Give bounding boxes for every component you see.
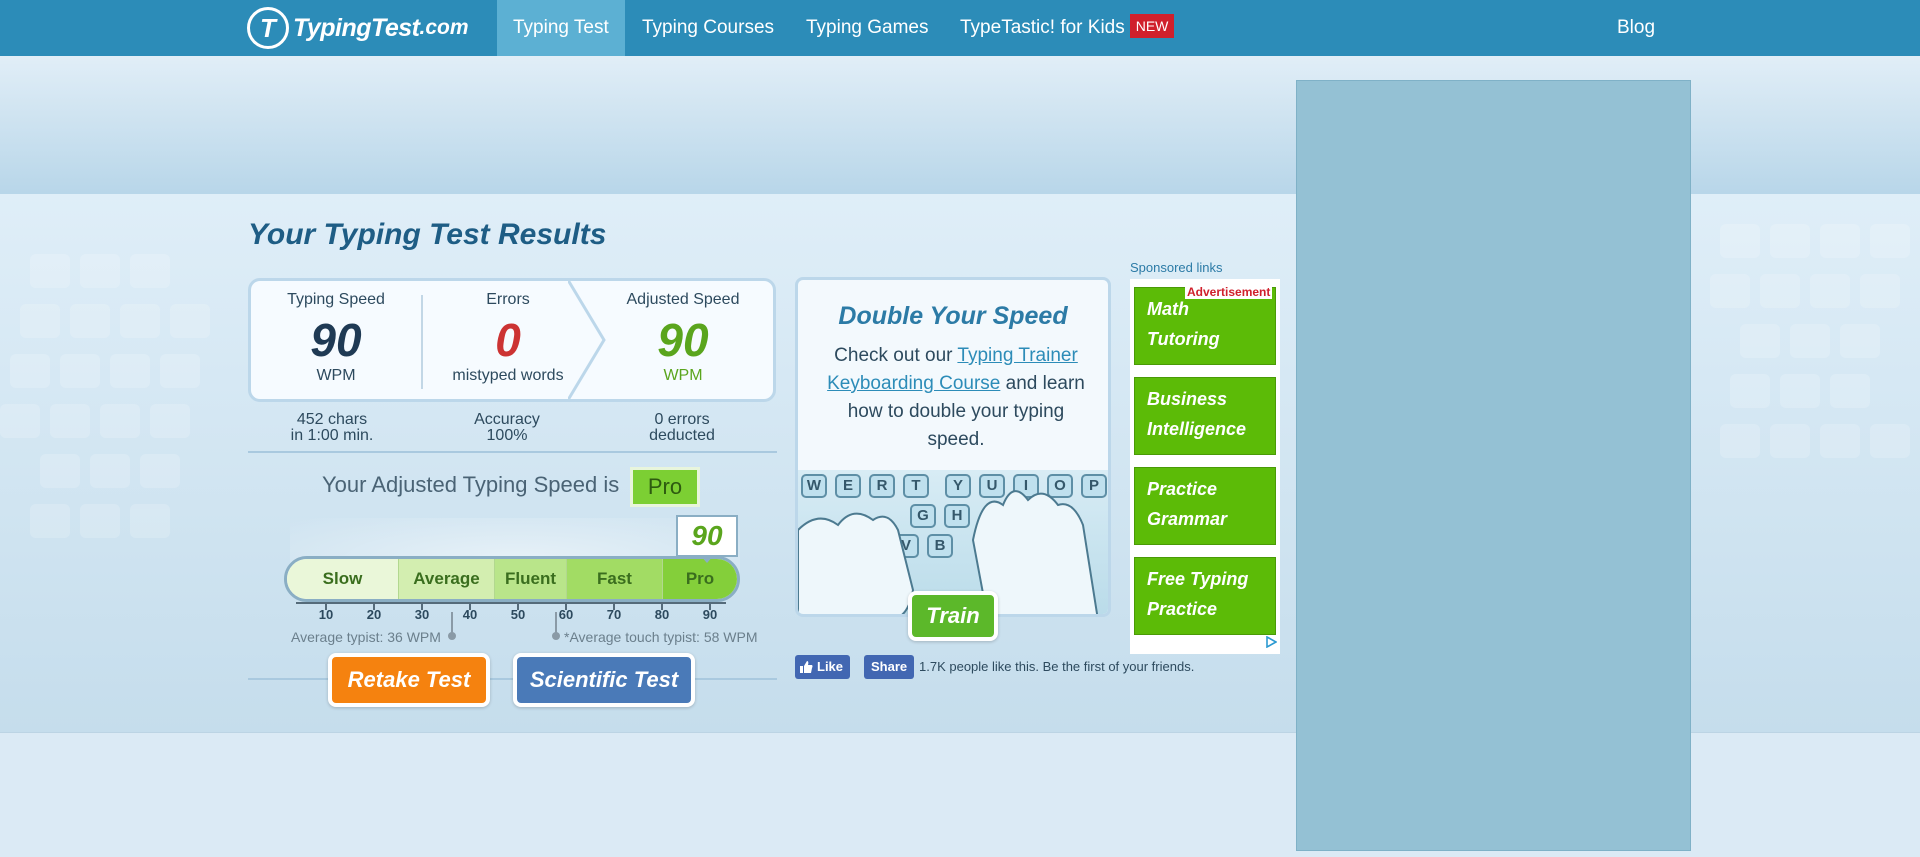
tick-label: 30 bbox=[414, 607, 430, 622]
touch-typist-label: *Average touch typist: 58 WPM bbox=[564, 629, 758, 645]
sponsored-links-box: Math Tutoring Advertisement Business Int… bbox=[1130, 279, 1280, 654]
promo-text-before: Check out our bbox=[834, 345, 958, 366]
sponsored-link[interactable]: Business Intelligence bbox=[1134, 377, 1276, 455]
average-typist-label: Average typist: 36 WPM bbox=[291, 629, 441, 645]
facebook-like-button[interactable]: Like bbox=[795, 655, 851, 679]
scientific-test-button[interactable]: Scientific Test bbox=[513, 653, 695, 707]
tick-label: 70 bbox=[606, 607, 622, 622]
retake-test-button[interactable]: Retake Test bbox=[328, 653, 490, 707]
typing-speed-unit: WPM bbox=[316, 367, 356, 384]
tick-label: 40 bbox=[462, 607, 478, 622]
deducted-stat: 0 errors deducted bbox=[612, 412, 752, 444]
accuracy-stat: Accuracy 100% bbox=[437, 412, 577, 444]
nav-blog[interactable]: Blog bbox=[1601, 0, 1671, 56]
chars-stat: 452 chars in 1:00 min. bbox=[262, 412, 402, 444]
meter-seg-pro: Pro bbox=[662, 559, 737, 599]
tick-label: 80 bbox=[654, 607, 670, 622]
separator-top bbox=[248, 451, 777, 453]
results-box: Typing Speed 90 WPM Errors 0 mistyped wo… bbox=[248, 278, 776, 402]
meter-seg-fluent: Fluent bbox=[494, 559, 566, 599]
meter-seg-fast: Fast bbox=[566, 559, 662, 599]
deducted-line2: deducted bbox=[649, 427, 715, 444]
chars-line2: in 1:00 min. bbox=[290, 427, 374, 444]
site-logo[interactable]: T TypingTest .com bbox=[247, 7, 469, 49]
average-typist-dot bbox=[448, 632, 456, 640]
accuracy-value: 100% bbox=[486, 427, 528, 444]
touch-typist-dot bbox=[552, 632, 560, 640]
speed-meter: Slow Average Fluent Fast Pro bbox=[284, 556, 740, 602]
typing-speed-value: 90 bbox=[310, 314, 362, 366]
nav-typing-courses[interactable]: Typing Courses bbox=[626, 0, 790, 56]
nav-typing-test[interactable]: Typing Test bbox=[497, 0, 625, 56]
typing-speed-stat: Typing Speed 90 WPM bbox=[251, 291, 421, 385]
adjusted-speed-unit: WPM bbox=[663, 367, 703, 384]
double-speed-title: Double Your Speed bbox=[838, 302, 1068, 330]
chars-line1: 452 chars bbox=[296, 411, 368, 428]
thumbs-up-icon bbox=[800, 661, 813, 673]
right-ad-placeholder[interactable] bbox=[1296, 80, 1691, 851]
adjusted-speed-value: 90 bbox=[657, 314, 709, 366]
accuracy-label: Accuracy bbox=[474, 411, 540, 428]
adjusted-speed-sentence: Your Adjusted Typing Speed is bbox=[322, 472, 620, 497]
logo-suffix: .com bbox=[419, 16, 469, 39]
top-nav: T TypingTest .com Typing Test Typing Cour… bbox=[0, 0, 1920, 56]
tick-label: 90 bbox=[702, 607, 718, 622]
train-button[interactable]: Train bbox=[908, 591, 998, 641]
tick-label: 20 bbox=[366, 607, 382, 622]
double-speed-text: Check out our Typing Trainer Keyboarding… bbox=[818, 342, 1094, 454]
typing-speed-label: Typing Speed bbox=[287, 291, 385, 308]
double-speed-card: Double Your Speed Check out our Typing T… bbox=[795, 277, 1111, 617]
facebook-like-count: 1.7K people like this. Be the first of y… bbox=[919, 659, 1195, 674]
speed-indicator: 90 bbox=[676, 515, 738, 557]
deducted-line1: 0 errors bbox=[654, 411, 710, 428]
logo-icon: T bbox=[247, 7, 289, 49]
tick-label: 50 bbox=[510, 607, 526, 622]
nav-typing-games[interactable]: Typing Games bbox=[790, 0, 945, 56]
advertisement-tag: Advertisement bbox=[1185, 285, 1273, 299]
meter-seg-average: Average bbox=[398, 559, 494, 599]
adjusted-speed-label: Adjusted Speed bbox=[626, 291, 740, 308]
level-badge: Pro bbox=[630, 467, 700, 507]
meter-seg-slow: Slow bbox=[287, 559, 398, 599]
sponsored-label: Sponsored links bbox=[1130, 260, 1223, 275]
facebook-share-button[interactable]: Share bbox=[864, 655, 915, 679]
new-badge: NEW bbox=[1129, 13, 1175, 38]
facebook-like-label: Like bbox=[817, 659, 844, 674]
logo-text: TypingTest bbox=[293, 13, 420, 42]
sponsored-link[interactable]: Practice Grammar bbox=[1134, 467, 1276, 545]
nav-typetastic[interactable]: TypeTastic! for Kids NEW bbox=[944, 0, 1190, 56]
results-title: Your Typing Test Results bbox=[248, 218, 607, 251]
adchoices-icon[interactable] bbox=[1265, 636, 1277, 648]
sponsored-link[interactable]: Free Typing Practice bbox=[1134, 557, 1276, 635]
tick-label: 10 bbox=[318, 607, 334, 622]
adjusted-speed-stat: Adjusted Speed 90 WPM bbox=[593, 291, 773, 385]
nav-typetastic-label: TypeTastic! for Kids bbox=[960, 17, 1125, 38]
speed-indicator-pointer bbox=[700, 555, 714, 563]
